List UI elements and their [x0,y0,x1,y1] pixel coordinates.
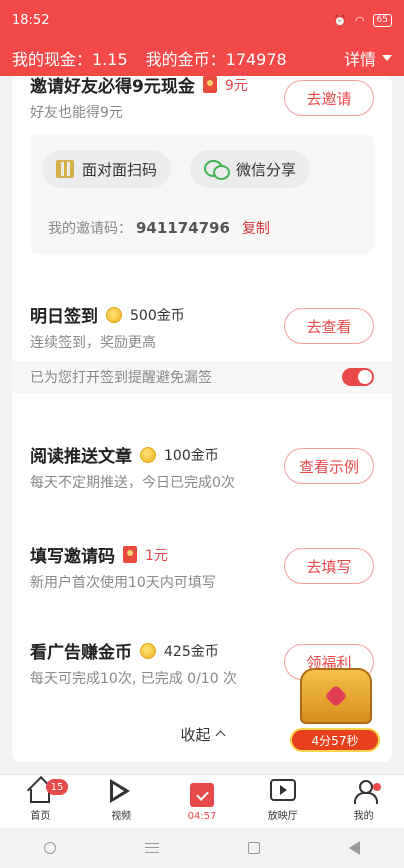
task-title: 填写邀请码 1元 [30,542,168,567]
reminder-text: 已为您打开签到提醒避免漏签 [30,370,212,386]
treasure-chest-widget[interactable]: 4分57秒 [288,664,384,756]
calendar-check-icon [189,783,214,807]
reminder-toggle[interactable] [342,368,374,386]
task-subtitle: 连续签到，奖励更高 [30,335,156,351]
caret-down-icon [382,55,392,61]
nav-home[interactable]: 首页 15 [0,775,81,828]
coin-balance: 我的金币：174978 [145,50,287,69]
invite-code-label: 我的邀请码： [48,221,132,237]
task-title: 看广告赚金币 425金币 [30,638,219,663]
red-envelope-icon [123,546,137,563]
task-checkin: 明日签到 500金币 连续签到，奖励更高 去查看 [12,296,392,356]
task-reward: 100金币 [164,447,219,464]
notification-dot [373,783,382,791]
nav-checkin[interactable]: 04:57 [162,775,243,828]
task-reward: 9元 [224,77,248,94]
task-reward: 425金币 [164,643,219,660]
invite-code-value: 941174796 [136,219,230,237]
nav-video[interactable]: 视频 [81,775,162,828]
back-icon[interactable] [348,841,360,855]
wallet-header: 我的现金：1.15 我的金币：174978 详情 [0,40,404,76]
wifi-icon: ◠ [354,13,365,27]
task-title: 阅读推送文章 100金币 [30,442,219,467]
task-reward: 500金币 [130,307,185,324]
nav-label: 04:57 [187,811,217,822]
fill-code-button[interactable]: 去填写 [284,548,374,584]
task-subtitle: 每天不定期推送，今日已完成0次 [30,475,235,491]
invite-button[interactable]: 去邀请 [284,80,374,116]
details-button[interactable]: 详情 [344,46,392,70]
view-example-button[interactable]: 查看示例 [284,448,374,484]
nav-cinema[interactable]: 放映厅 [242,775,323,828]
coin-icon [140,642,156,659]
battery-icon: 65 [372,13,392,27]
checkin-reminder-row: 已为您打开签到提醒避免漏签 [12,361,392,393]
task-invite: 邀请好友必得9元现金 9元 好友也能得9元 去邀请 面对面扫码 微信分享 我的邀… [12,76,392,256]
cash-balance: 我的现金：1.15 [12,50,128,69]
nav-label: 放映厅 [267,811,298,822]
face-to-face-button[interactable]: 面对面扫码 [42,150,172,188]
wechat-share-button[interactable]: 微信分享 [190,150,311,188]
task-subtitle: 每天可完成10次, 已完成 0/10 次 [30,671,238,687]
task-read: 阅读推送文章 100金币 每天不定期推送，今日已完成0次 查看示例 [12,436,392,496]
invite-code-row: 我的邀请码： 941174796 复制 [48,218,270,238]
chest-timer: 4分57秒 [290,728,380,752]
task-list: 邀请好友必得9元现金 9元 好友也能得9元 去邀请 面对面扫码 微信分享 我的邀… [12,76,392,762]
collapse-label: 收起 [180,726,211,744]
task-title: 邀请好友必得9元现金 9元 [30,76,248,97]
task-subtitle: 好友也能得9元 [30,105,123,121]
red-envelope-icon [202,76,217,93]
bottom-nav: 首页 15 视频 04:57 放映厅 我的 [0,774,404,828]
invite-panel: 面对面扫码 微信分享 我的邀请码： 941174796 复制 [30,134,374,254]
task-title: 明日签到 500金币 [30,302,185,327]
nav-label: 我的 [353,811,374,822]
system-nav-bar [0,828,404,868]
status-bar: 18:52 ⏰ ◠ 65 [0,0,404,40]
notification-badge: 15 [46,779,68,795]
alarm-icon: ⏰ [333,13,347,27]
wechat-icon [204,159,230,180]
treasure-chest-icon [300,668,372,724]
tv-play-icon [269,779,296,801]
qr-code-icon [56,160,74,178]
task-subtitle: 新用户首次使用10天内可填写 [30,575,216,591]
coin-icon [140,446,156,463]
view-checkin-button[interactable]: 去查看 [284,308,374,344]
nav-label: 视频 [111,811,132,822]
task-reward: 1元 [145,547,168,564]
assistant-icon[interactable] [44,842,57,854]
home-square-icon[interactable] [247,842,260,854]
nav-mine[interactable]: 我的 [323,775,404,828]
status-icons: ⏰ ◠ 65 [333,13,392,27]
coin-icon [106,306,122,323]
details-label: 详情 [343,50,376,69]
task-fill-code: 填写邀请码 1元 新用户首次使用10天内可填写 去填写 [12,536,392,596]
menu-icon[interactable] [145,843,160,853]
status-time: 18:52 [12,12,50,28]
nav-label: 首页 [30,811,51,822]
play-icon [110,779,132,803]
user-icon [352,779,378,804]
chevron-up-icon [215,730,225,741]
copy-button[interactable]: 复制 [242,221,270,237]
